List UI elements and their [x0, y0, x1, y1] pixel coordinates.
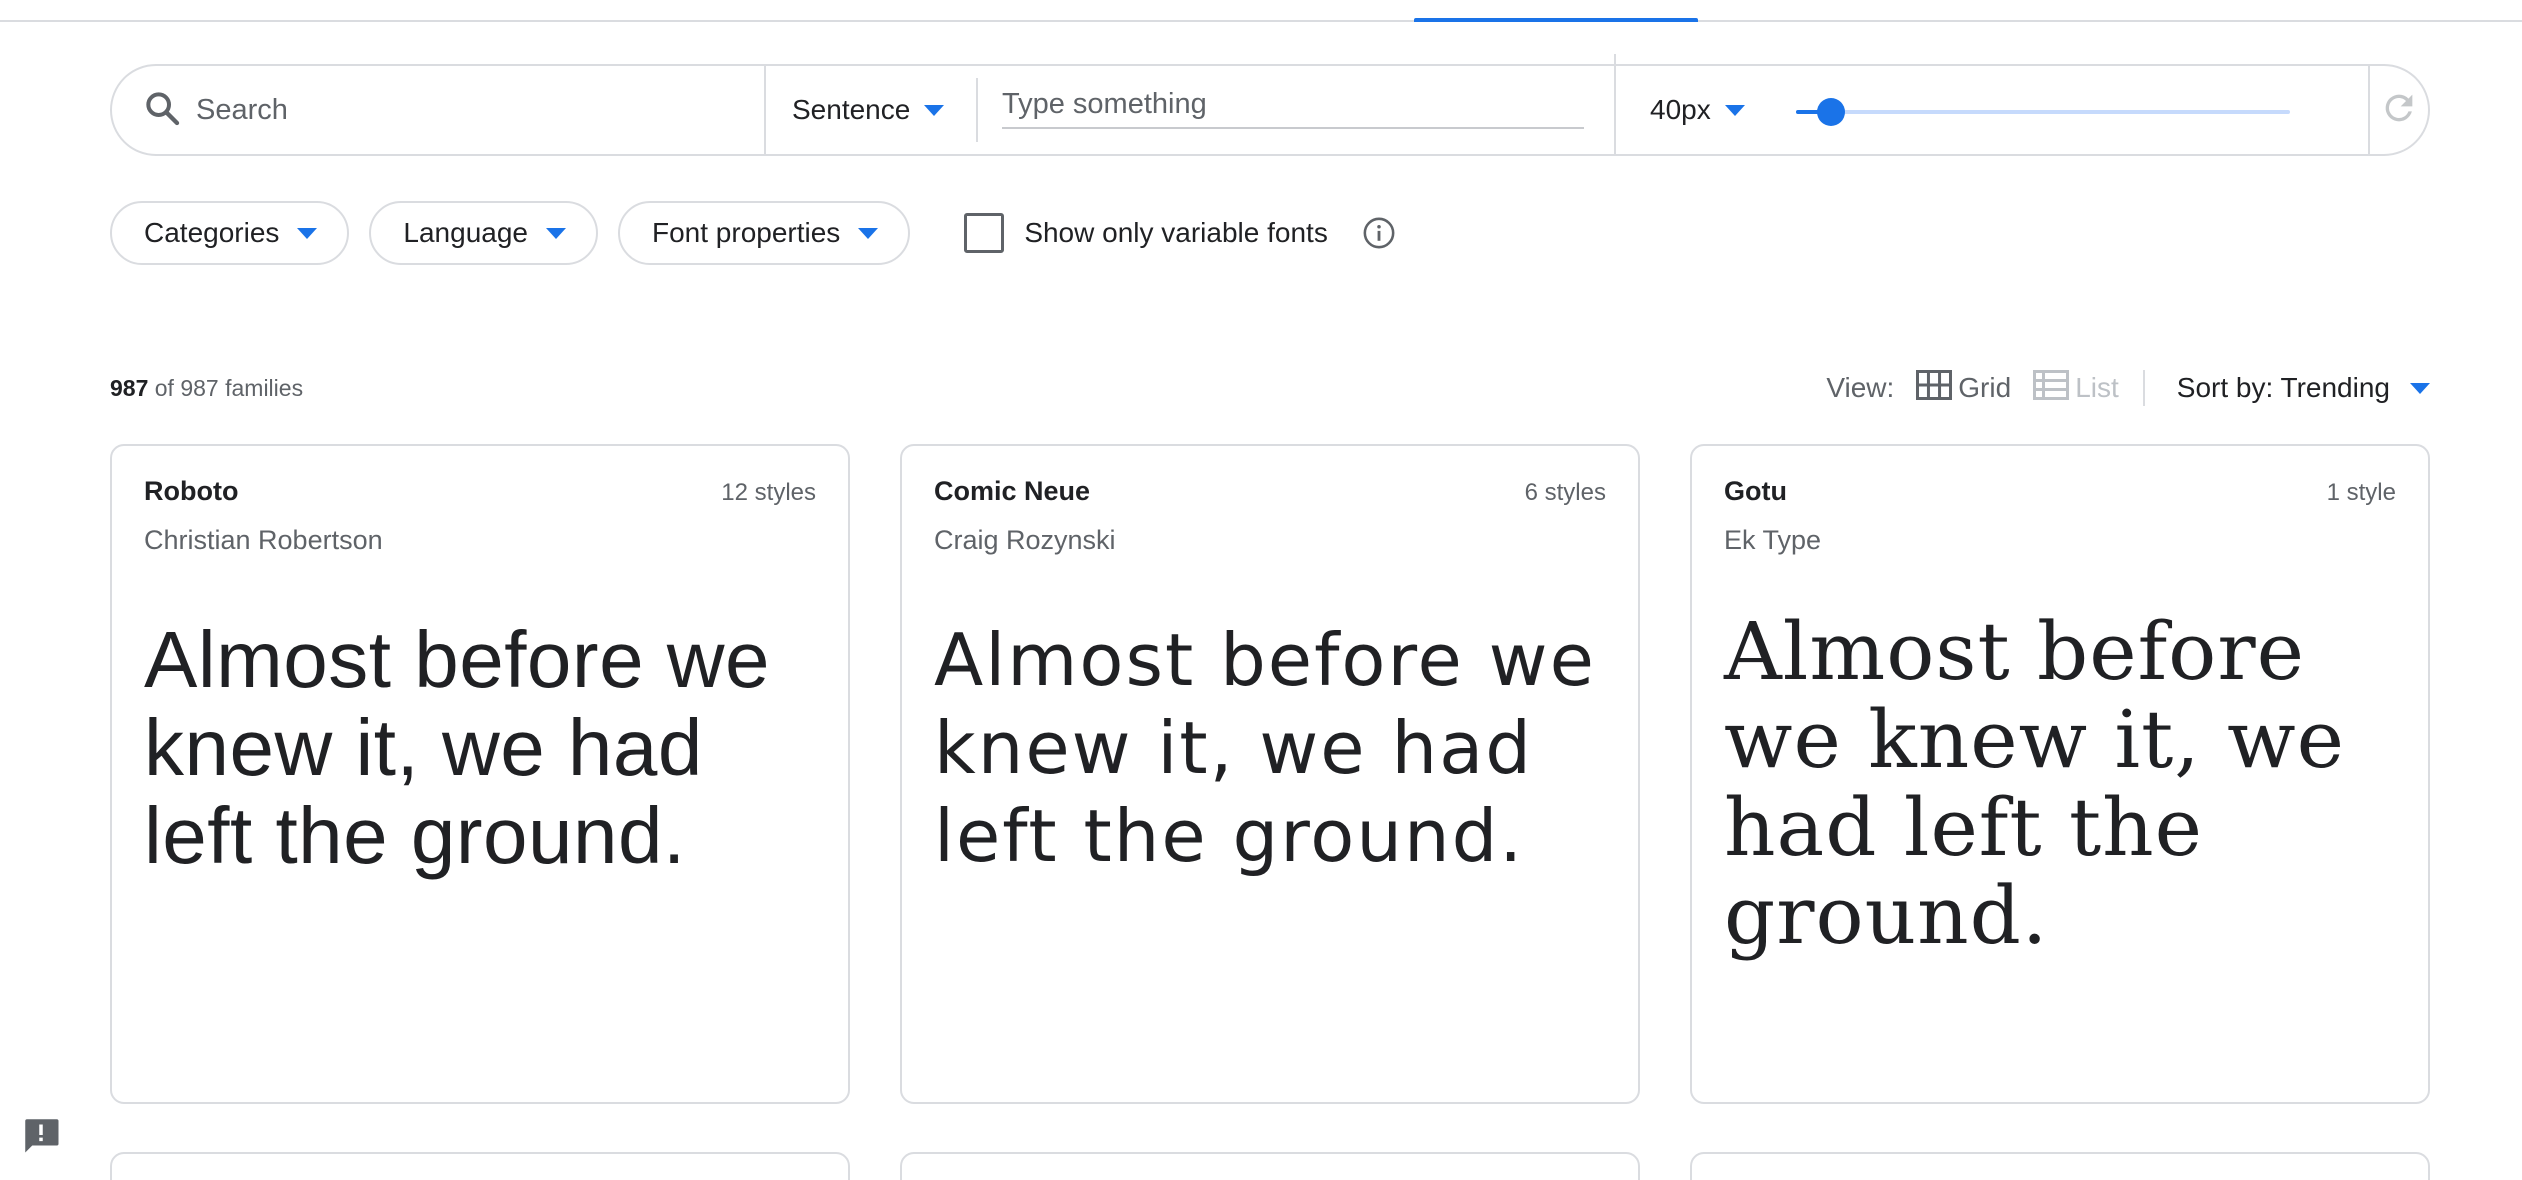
chevron-down-icon [545, 227, 566, 239]
slider-thumb[interactable] [1817, 98, 1845, 126]
refresh-icon [2379, 88, 2419, 133]
font-card-gotu[interactable]: Gotu 1 style Ek Type Almost before we kn… [1690, 444, 2430, 1104]
grid-icon [1916, 369, 1958, 407]
font-sample: Almost before we knew it, we had left th… [144, 615, 771, 880]
font-name: Gotu [1724, 476, 1787, 506]
active-tab-indicator [1414, 18, 1698, 22]
preview-mode-value: Sentence [792, 94, 911, 125]
font-designer: Ek Type [1724, 525, 1822, 555]
font-card[interactable] [1690, 1152, 2430, 1180]
variable-fonts-checkbox[interactable] [964, 213, 1005, 253]
style-count: 12 styles [721, 479, 816, 506]
font-card[interactable] [900, 1152, 1640, 1180]
font-grid-next-row [110, 1152, 2430, 1180]
family-count-total: of 987 families [154, 374, 304, 401]
search-box[interactable] [112, 66, 766, 154]
font-name: Comic Neue [934, 476, 1091, 506]
font-size-select[interactable]: 40px [1616, 66, 1796, 154]
reset-button[interactable] [2370, 66, 2428, 154]
feedback-icon [20, 1119, 62, 1160]
family-count-shown: 987 [110, 374, 149, 401]
font-designer: Christian Robertson [144, 525, 383, 555]
style-count: 6 styles [1524, 479, 1606, 506]
language-label: Language [403, 217, 528, 248]
font-designer: Craig Rozynski [934, 525, 1116, 555]
results-meta: 987 of 987 families View: Grid List Sort… [110, 369, 2430, 407]
variable-fonts-label: Show only variable fonts [1024, 217, 1328, 248]
preview-text-field[interactable] [978, 54, 1616, 154]
view-label: View: [1826, 372, 1895, 403]
feedback-button[interactable] [20, 1114, 62, 1156]
font-properties-filter[interactable]: Font properties [617, 201, 911, 265]
sort-label: Sort by: Trending [2176, 372, 2390, 403]
chevron-down-icon [297, 227, 318, 239]
categories-filter[interactable]: Categories [110, 201, 350, 265]
language-filter[interactable]: Language [369, 201, 598, 265]
search-input[interactable] [196, 93, 696, 127]
filter-bar: Categories Language Font properties Show… [110, 200, 1396, 266]
preview-mode-select[interactable]: Sentence [766, 78, 978, 142]
chevron-down-icon [1724, 104, 1745, 116]
font-card-comic-neue[interactable]: Comic Neue 6 styles Craig Rozynski Almos… [900, 444, 1640, 1104]
font-size-value: 40px [1650, 94, 1711, 125]
info-icon[interactable] [1362, 216, 1396, 250]
font-size-slider[interactable] [1796, 66, 2370, 154]
preview-toolbar: Sentence 40px [110, 54, 2430, 156]
chevron-down-icon [2410, 382, 2430, 394]
font-card-roboto[interactable]: Roboto 12 styles Christian Robertson Alm… [110, 444, 850, 1104]
font-sample: Almost before we knew it, we had left th… [1724, 605, 2345, 962]
view-controls: View: Grid List Sort by: Trending [1826, 369, 2430, 407]
grid-view-button[interactable]: Grid [1916, 369, 2012, 407]
family-count: 987 of 987 families [110, 375, 303, 402]
list-icon [2033, 369, 2075, 407]
list-view-button[interactable]: List [2033, 369, 2119, 407]
style-count: 1 style [2326, 479, 2396, 506]
view-divider [2142, 370, 2145, 406]
chevron-down-icon [858, 227, 879, 239]
font-card[interactable] [110, 1152, 850, 1180]
font-properties-label: Font properties [651, 217, 841, 248]
categories-label: Categories [144, 217, 280, 248]
font-name: Roboto [144, 476, 239, 506]
variable-fonts-toggle[interactable]: Show only variable fonts [964, 213, 1328, 253]
top-divider [0, 20, 2522, 22]
slider-track[interactable] [1796, 110, 2290, 114]
sort-select[interactable]: Sort by: Trending [2177, 372, 2430, 404]
font-grid: Roboto 12 styles Christian Robertson Alm… [110, 444, 2430, 1104]
preview-text-input[interactable] [1002, 87, 1584, 121]
font-sample: Almost before we knew it, we had left th… [934, 618, 1596, 878]
chevron-down-icon [924, 104, 945, 116]
grid-view-label: Grid [1958, 372, 2012, 403]
list-view-label: List [2075, 372, 2119, 403]
search-icon [142, 88, 182, 133]
